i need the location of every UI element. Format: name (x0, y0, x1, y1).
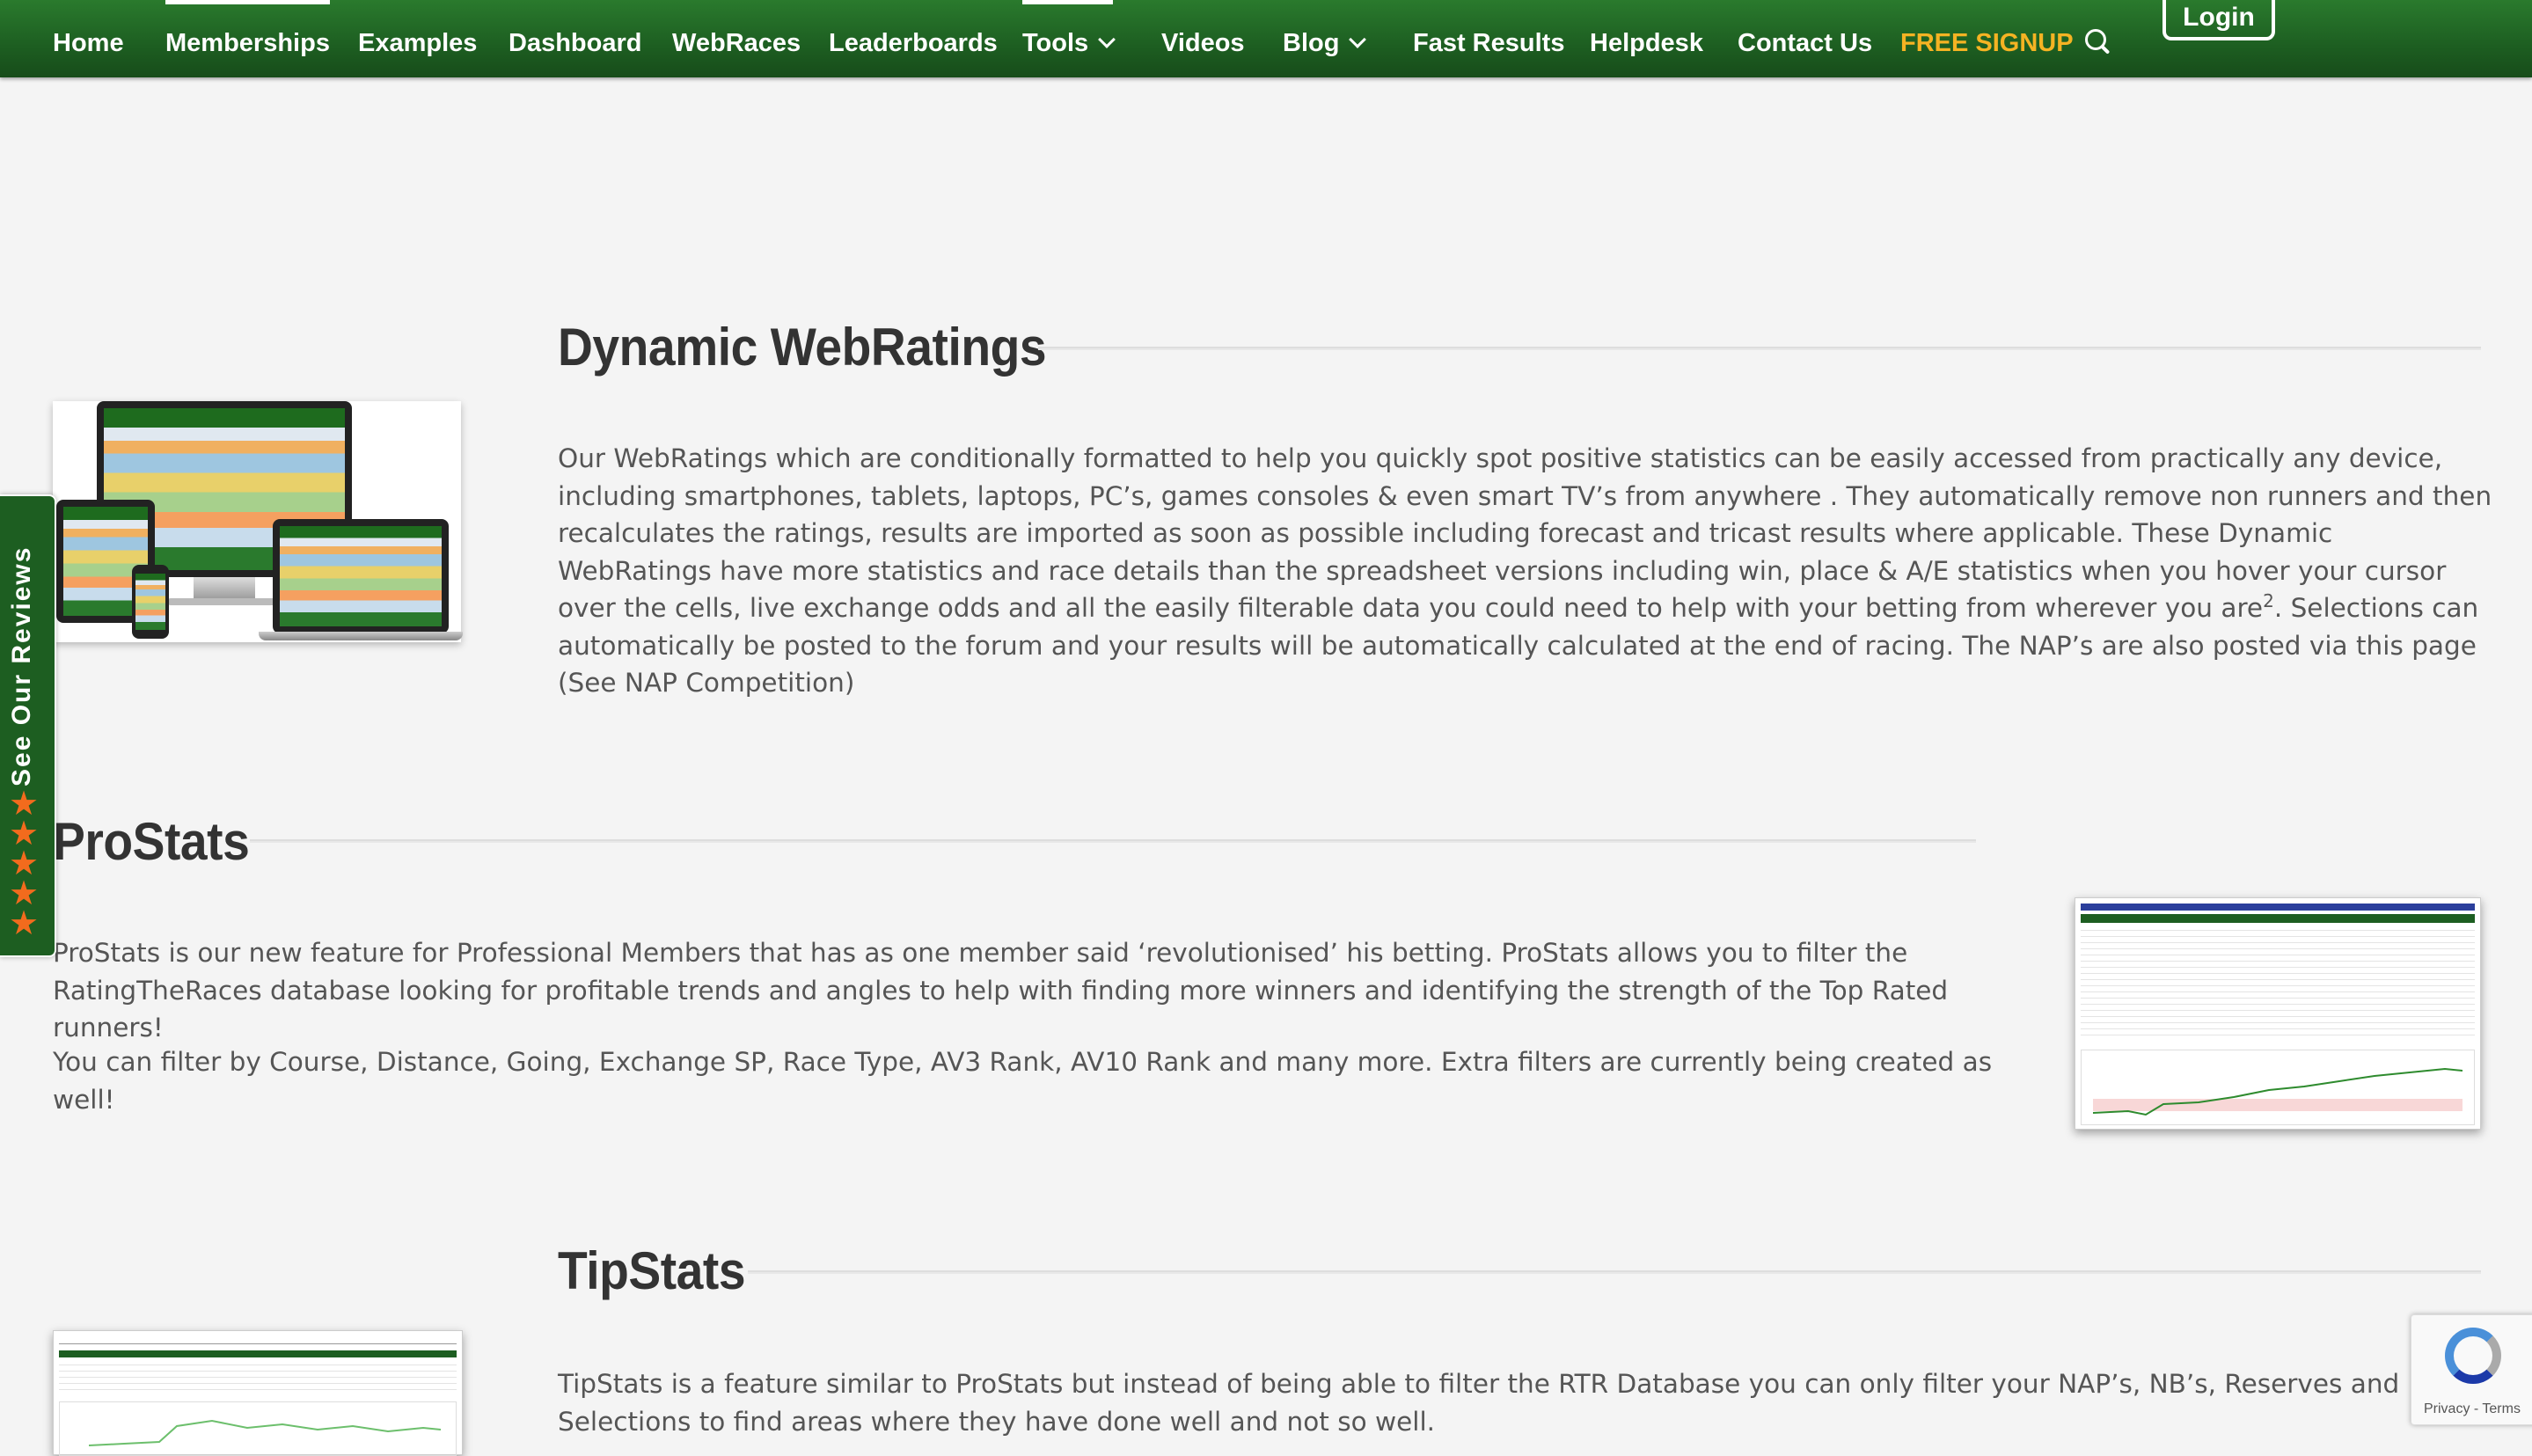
phone-screen (132, 565, 169, 639)
nav-videos[interactable]: Videos (1161, 0, 1245, 77)
prostats-filters-text: You can filter by Course, Distance, Goin… (53, 1047, 1993, 1115)
nav-tools[interactable]: Tools (1022, 0, 1116, 77)
tipstats-screenshot (53, 1330, 463, 1456)
reviews-tab-label: See Our Reviews (7, 545, 36, 787)
prostats-screenshot (2075, 897, 2481, 1130)
nav-webraces[interactable]: WebRaces (672, 0, 801, 77)
nav-home[interactable]: Home (53, 0, 124, 77)
webratings-text: Our WebRatings which are conditionally f… (558, 443, 2492, 623)
title-divider (748, 1270, 2481, 1274)
login-button[interactable]: Login (2162, 0, 2275, 40)
devices-mockup-image (53, 401, 463, 642)
nav-examples[interactable]: Examples (358, 0, 477, 77)
section-title-prostats: ProStats (53, 812, 250, 871)
webratings-description: Our WebRatings which are conditionally f… (558, 440, 2493, 702)
nav-helpdesk[interactable]: Helpdesk (1590, 0, 1703, 77)
main-navigation: Home Memberships Examples Dashboard WebR… (0, 0, 2532, 77)
monitor-base (167, 598, 282, 605)
prostats-description: ProStats is our new feature for Professi… (53, 938, 1949, 1043)
nav-contact-us[interactable]: Contact Us (1738, 0, 1872, 77)
laptop-base (259, 632, 463, 640)
nav-fast-results[interactable]: Fast Results (1413, 0, 1564, 77)
profit-chart-line (2093, 1067, 2462, 1116)
see-our-reviews-tab[interactable]: See Our Reviews ★ ★ ★ ★ ★ (0, 494, 56, 957)
laptop-screen (273, 519, 449, 633)
nav-blog-label: Blog (1283, 29, 1340, 57)
monitor-stand (194, 577, 255, 600)
nav-free-signup[interactable]: FREE SIGNUP (1900, 0, 2074, 77)
nav-blog[interactable]: Blog (1283, 0, 1367, 77)
recaptcha-privacy-terms[interactable]: Privacy - Terms (2424, 1401, 2521, 1417)
tipstats-description: TipStats is a feature similar to ProStat… (558, 1369, 2400, 1437)
nav-dashboard[interactable]: Dashboard (509, 0, 641, 77)
chevron-down-icon (1098, 31, 1116, 48)
nav-tools-label: Tools (1022, 29, 1089, 57)
recaptcha-logo-icon (2445, 1328, 2501, 1384)
title-divider (1038, 347, 2481, 350)
chevron-down-icon (1349, 31, 1367, 48)
search-icon[interactable] (2085, 29, 2106, 50)
recaptcha-badge[interactable]: Privacy - Terms (2411, 1314, 2532, 1425)
nav-leaderboards[interactable]: Leaderboards (829, 0, 998, 77)
footnote-marker: 2 (2263, 590, 2274, 612)
section-title-webratings: Dynamic WebRatings (558, 318, 1047, 377)
star-icon: ★ (9, 904, 40, 942)
nav-memberships[interactable]: Memberships (165, 0, 330, 77)
title-divider (250, 839, 1976, 843)
section-title-tipstats: TipStats (558, 1241, 746, 1300)
tips-chart-line (89, 1419, 441, 1446)
